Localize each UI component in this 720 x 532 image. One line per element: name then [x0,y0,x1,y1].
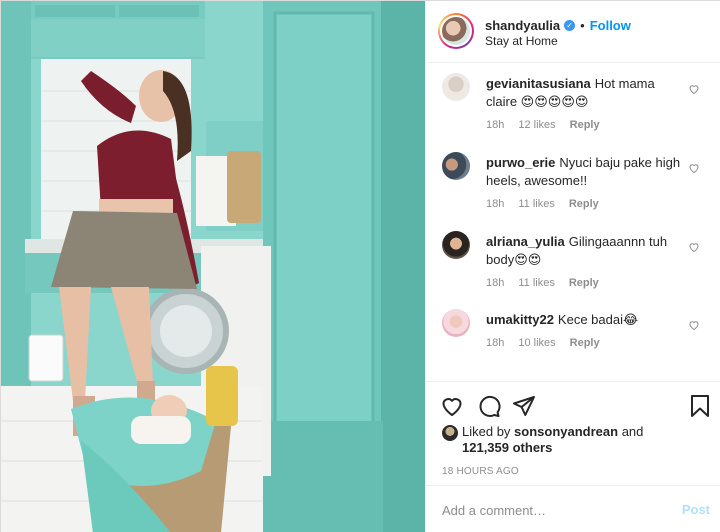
comment-input[interactable] [442,498,662,522]
comment-body: Kece badai😂 [557,312,639,327]
liker-avatar[interactable] [442,425,458,441]
comment-text-block: purwo_erie Nyuci baju pake high heels, aw… [486,154,686,190]
reply-button[interactable]: Reply [570,337,600,349]
comments-list[interactable]: gevianitasusiana Hot mama claire 😍😍😍😍😍 18… [426,63,720,381]
post-timestamp[interactable]: 18 HOURS AGO [442,466,519,477]
comment-icon[interactable] [477,394,501,418]
comment-age[interactable]: 18h [486,198,504,210]
commenter-username[interactable]: gevianitasusiana [486,76,591,91]
add-comment-bar: Post [426,485,720,532]
comment-age[interactable]: 18h [486,337,504,349]
comment-likes[interactable]: 11 likes [518,277,554,289]
comment-meta: 18h 10 likes Reply [486,337,600,349]
commenter-avatar[interactable] [442,309,470,337]
comment-text-block: umakitty22 Kece badai😂 [486,311,686,329]
post-comment-button[interactable]: Post [682,502,710,517]
commenter-username[interactable]: purwo_erie [486,155,555,170]
post-photo[interactable] [1,1,425,532]
post-side-panel: shandyaulia ✓ • Follow Stay at Home gevi… [425,1,720,532]
header-separator: • [580,17,585,33]
comment-likes[interactable]: 12 likes [518,119,555,131]
verified-badge-icon: ✓ [564,19,576,31]
likes-count[interactable]: 121,359 others [462,440,552,455]
comment-likes[interactable]: 10 likes [518,337,555,349]
commenter-avatar[interactable] [442,231,470,259]
follow-button[interactable]: Follow [590,18,631,33]
reply-button[interactable]: Reply [569,277,599,289]
reply-button[interactable]: Reply [570,119,600,131]
commenter-avatar[interactable] [442,152,470,180]
share-icon[interactable] [512,394,536,418]
commenter-avatar[interactable] [442,73,470,101]
comment-text-block: gevianitasusiana Hot mama claire 😍😍😍😍😍 [486,75,686,111]
comment-meta: 18h 12 likes Reply [486,119,600,131]
comment-likes[interactable]: 11 likes [518,198,554,210]
like-comment-heart-icon[interactable] [688,162,700,174]
bookmark-icon[interactable] [688,394,712,418]
liked-by-and: and [621,424,644,439]
comment-age[interactable]: 18h [486,119,504,131]
like-comment-heart-icon[interactable] [688,83,700,95]
author-username[interactable]: shandyaulia [485,18,560,33]
liked-by-prefix: Liked by [462,424,511,439]
commenter-avatar[interactable] [442,371,470,381]
liker-username[interactable]: sonsonyandrean [514,424,618,439]
heart-icon[interactable] [440,394,464,418]
reply-button[interactable]: Reply [569,198,599,210]
comment-text-block: alriana_yulia Gilingaaannn tuh body😍😍 [486,233,686,269]
author-avatar[interactable] [438,13,474,49]
author-row: shandyaulia ✓ • Follow [485,17,631,33]
commenter-username[interactable]: alriana_yulia [486,234,565,249]
likes-text: Liked by sonsonyandrean and 121,359 othe… [462,424,682,456]
comment-meta: 18h 11 likes Reply [486,198,599,210]
post-modal: shandyaulia ✓ • Follow Stay at Home gevi… [0,0,720,532]
laundry-room-photo [1,1,425,532]
like-comment-heart-icon[interactable] [688,319,700,331]
like-comment-heart-icon[interactable] [688,241,700,253]
post-location[interactable]: Stay at Home [485,34,558,48]
post-header: shandyaulia ✓ • Follow Stay at Home [426,1,720,63]
comment-age[interactable]: 18h [486,277,504,289]
commenter-username[interactable]: umakitty22 [486,312,554,327]
comment-meta: 18h 11 likes Reply [486,277,599,289]
